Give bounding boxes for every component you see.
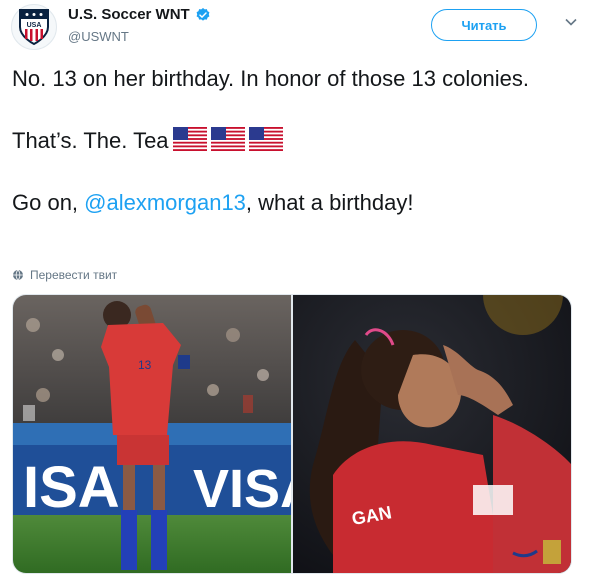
us-flag-icon: [248, 127, 283, 151]
globe-icon: [13, 269, 23, 281]
us-flag-icon: [210, 127, 245, 151]
svg-text:USA: USA: [27, 22, 42, 29]
photo-left[interactable]: ISA VISA 13: [13, 295, 291, 573]
flags: [169, 127, 283, 153]
photo-right[interactable]: GAN: [293, 295, 571, 573]
photo-right-image: GAN: [293, 295, 571, 573]
tweet-line-2-text: That’s. The. Tea: [12, 128, 169, 153]
tweet-line-3-pre: Go on,: [12, 190, 85, 215]
tweet-text: No. 13 on her birthday. In honor of thos…: [12, 64, 572, 218]
tweet-line-1: No. 13 on her birthday. In honor of thos…: [12, 66, 529, 91]
verified-badge-icon: [196, 7, 210, 21]
us-flag-icon: [172, 127, 207, 151]
tweet-card: USA U.S. Soccer WNT @USWNT Читать No. 13…: [0, 0, 590, 585]
follow-button[interactable]: Читать: [431, 9, 537, 41]
jersey-number: 13: [138, 358, 152, 372]
tweet-line-3: Go on, @alexmorgan13, what a birthday!: [12, 188, 572, 218]
mention-link[interactable]: @alexmorgan13: [84, 190, 246, 215]
ad-board-text-left: ISA: [23, 455, 120, 520]
chevron-down-icon[interactable]: [565, 18, 577, 26]
tweet-line-3-post: , what a birthday!: [245, 190, 414, 215]
translate-label: Перевести твит: [30, 268, 118, 282]
ad-board-text-right: VISA: [193, 459, 291, 519]
avatar[interactable]: USA: [11, 4, 57, 50]
handle[interactable]: @USWNT: [68, 29, 129, 44]
display-name[interactable]: U.S. Soccer WNT: [68, 6, 190, 23]
name-row: U.S. Soccer WNT: [68, 6, 211, 23]
translate-tweet-link[interactable]: Перевести твит: [12, 268, 117, 282]
tweet-line-2: That’s. The. Tea: [12, 126, 572, 156]
ussf-crest-icon: USA: [19, 9, 49, 46]
photo-left-image: ISA VISA 13: [13, 295, 291, 573]
media-grid: ISA VISA 13: [12, 294, 572, 574]
